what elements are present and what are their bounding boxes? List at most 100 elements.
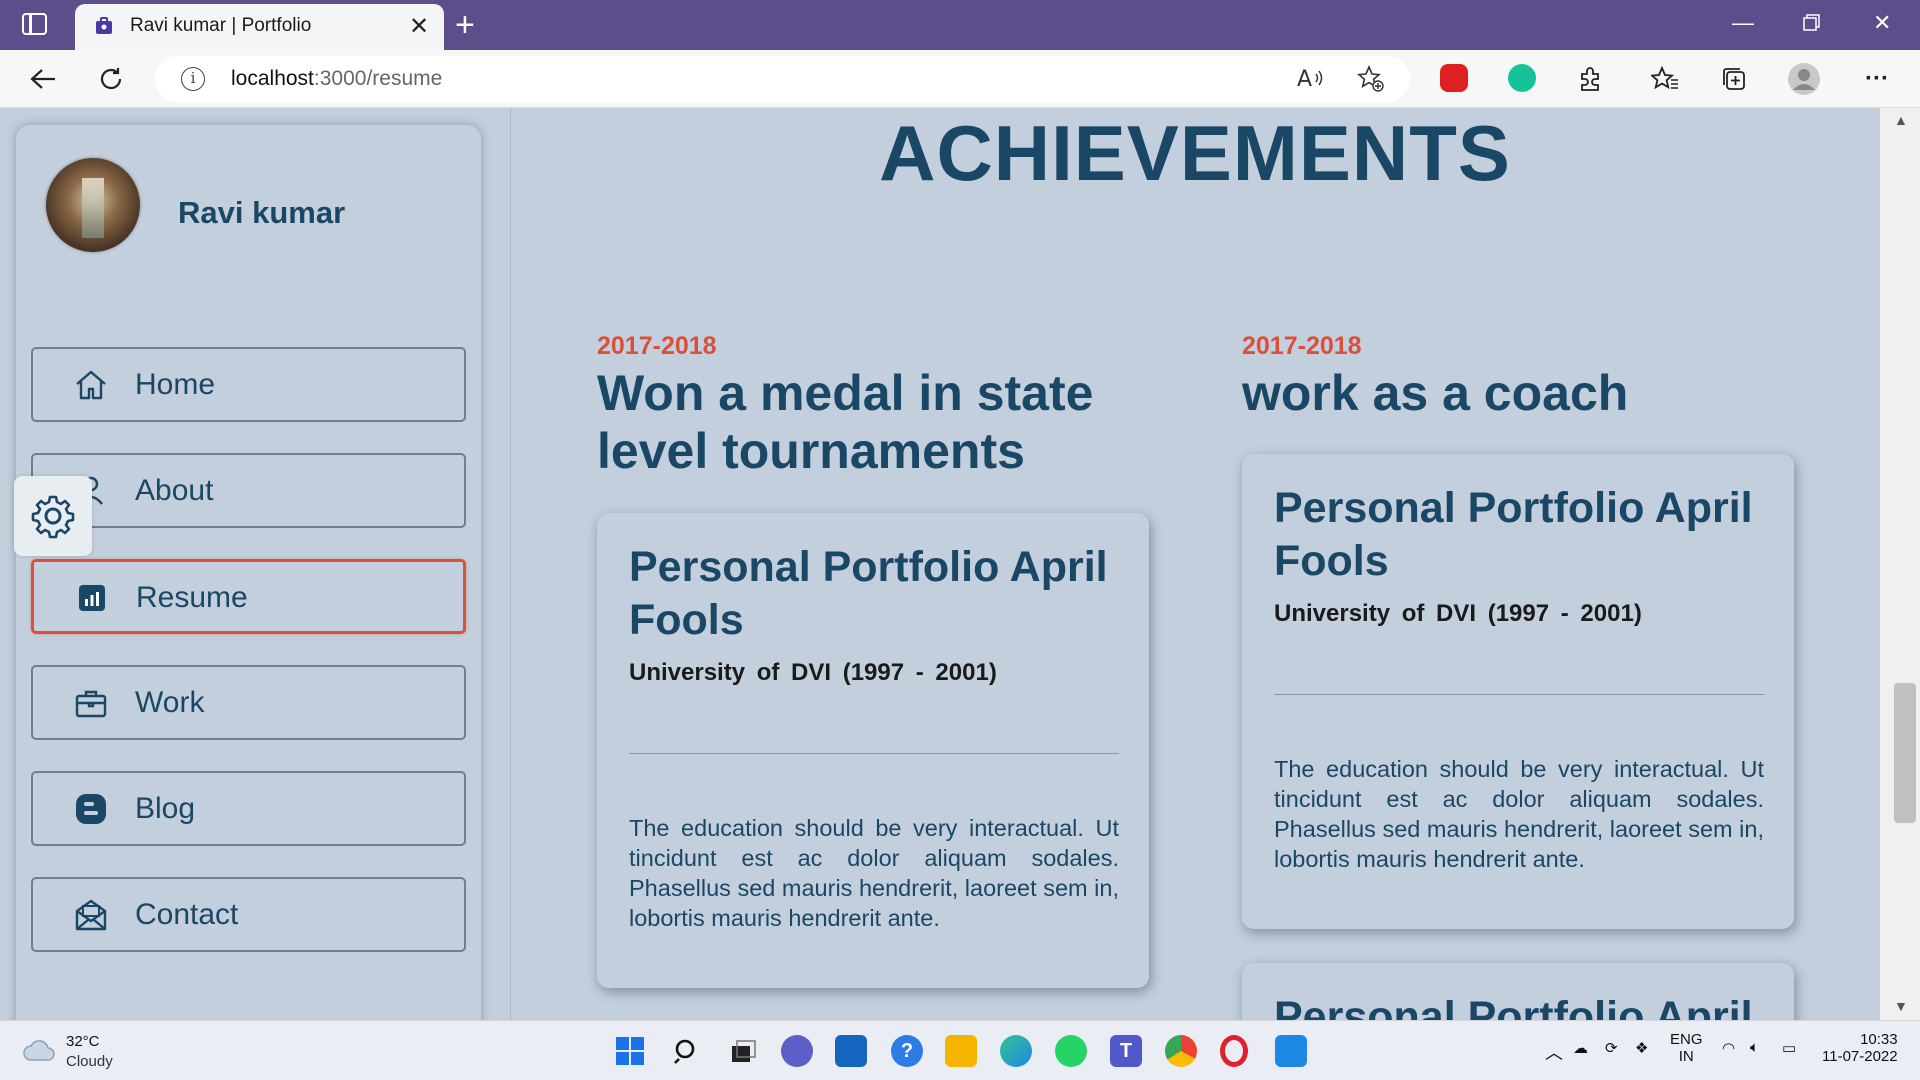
minimize-icon[interactable]: — [1732, 10, 1754, 36]
nav-work-label: Work [135, 686, 205, 719]
favorites-icon[interactable] [1648, 62, 1682, 96]
browser-tab[interactable]: Ravi kumar | Portfolio ✕ [75, 4, 444, 50]
store-icon[interactable] [835, 1035, 867, 1067]
profile-avatar-icon[interactable] [1787, 62, 1821, 96]
site-info-icon[interactable]: i [181, 67, 205, 91]
chrome-icon[interactable] [1165, 1035, 1197, 1067]
scroll-up-icon[interactable]: ▲ [1894, 112, 1908, 128]
browser-titlebar: Ravi kumar | Portfolio ✕ + — ✕ [0, 0, 1920, 50]
gear-icon [31, 495, 75, 539]
file-explorer-icon[interactable] [945, 1035, 977, 1067]
clock[interactable]: 10:33 11-07-2022 [1822, 1031, 1898, 1065]
tray-chevron-icon[interactable]: ︿ [1545, 1039, 1563, 1065]
achievement-title: Won a medal in state level tournaments [597, 365, 1094, 479]
back-icon[interactable] [26, 62, 60, 96]
battery-icon[interactable]: ▭ [1782, 1039, 1796, 1057]
close-window-icon[interactable]: ✕ [1873, 10, 1891, 36]
sidebar: Ravi kumar Home About Resume Work Blog C… [16, 125, 481, 1020]
section-title: ACHIEVEMENTS [879, 109, 1511, 197]
nav-work-button[interactable]: Work [31, 665, 466, 740]
nav-contact-button[interactable]: Contact [31, 877, 466, 952]
card-title: Personal Portfolio April Fools [1274, 484, 1753, 585]
weather-temp[interactable]: 32°C [66, 1033, 100, 1050]
card-body: The education should be very interactual… [1274, 756, 1764, 872]
portfolio-page: Ravi kumar Home About Resume Work Blog C… [0, 108, 1880, 1020]
tab-actions-icon[interactable] [22, 13, 47, 35]
whatsapp-icon[interactable] [1055, 1035, 1087, 1067]
restore-icon[interactable] [1803, 12, 1821, 38]
browser-toolbar: i localhost:3000/resume A ··· [0, 50, 1920, 108]
opera-icon[interactable] [1220, 1035, 1248, 1067]
achievement-year: 2017-2018 [1242, 332, 1362, 360]
profile-name: Ravi kumar [178, 195, 346, 230]
content-divider [510, 108, 511, 1020]
home-icon [76, 370, 106, 400]
nav-contact-label: Contact [135, 898, 239, 931]
nav-home-button[interactable]: Home [31, 347, 466, 422]
nav-home-label: Home [135, 368, 216, 401]
extensions-icon[interactable] [1573, 62, 1607, 96]
card-subtitle: University of DVI (1997 - 2001) [1274, 600, 1642, 627]
grammarly-extension-icon[interactable] [1508, 64, 1536, 92]
vscode-icon[interactable] [1275, 1035, 1307, 1067]
onedrive-icon[interactable]: ☁ [1573, 1039, 1588, 1057]
wifi-icon[interactable]: ◠ [1722, 1039, 1735, 1057]
achievement-card: Personal Portfolio April [1242, 963, 1794, 1020]
url-path: :3000/resume [313, 67, 443, 90]
region-code: IN [1678, 1048, 1694, 1065]
url-text[interactable]: localhost:3000/resume [231, 67, 442, 91]
sync-icon[interactable]: ⟳ [1605, 1039, 1618, 1057]
more-menu-icon[interactable]: ··· [1860, 62, 1894, 96]
read-aloud-icon[interactable]: A [1297, 66, 1325, 92]
windows-taskbar: 32°C Cloudy ? T ︿ ☁ ⟳ ❖ ENG IN ◠ 🔈︎ ▭ 10… [0, 1020, 1920, 1080]
refresh-icon[interactable] [94, 62, 128, 96]
nav-about-button[interactable]: About [31, 453, 466, 528]
card-subtitle: University of DVI (1997 - 2001) [629, 659, 997, 686]
svg-text:A: A [1297, 67, 1312, 92]
new-tab-icon[interactable]: + [455, 6, 475, 45]
blogger-icon [76, 794, 106, 824]
nav-resume-button[interactable]: Resume [31, 559, 466, 634]
chart-icon [79, 585, 105, 611]
weather-desc[interactable]: Cloudy [66, 1053, 113, 1070]
card-title: Personal Portfolio April [1274, 993, 1753, 1020]
search-icon[interactable] [671, 1035, 703, 1067]
volume-icon[interactable]: 🔈︎ [1750, 1039, 1759, 1056]
address-bar[interactable]: i localhost:3000/resume A [155, 56, 1410, 102]
achievement-title: work as a coach [1242, 365, 1629, 421]
tips-icon[interactable]: ? [891, 1035, 923, 1067]
start-menu-icon[interactable] [614, 1035, 646, 1067]
cloud-weather-icon[interactable] [22, 1038, 58, 1064]
add-favorite-icon[interactable] [1357, 65, 1385, 93]
tab-title: Ravi kumar | Portfolio [130, 15, 312, 36]
portfolio-favicon-icon [96, 17, 112, 34]
url-host: localhost [231, 67, 314, 90]
achievement-year: 2017-2018 [597, 332, 717, 360]
achievement-card: Personal Portfolio April Fools Universit… [1242, 454, 1794, 929]
briefcase-icon [75, 690, 107, 718]
language-code: ENG [1670, 1031, 1703, 1048]
achievement-card: Personal Portfolio April Fools Universit… [597, 513, 1149, 988]
chat-icon[interactable] [781, 1035, 813, 1067]
teams-icon[interactable]: T [1110, 1035, 1142, 1067]
adblock-extension-icon[interactable] [1440, 64, 1468, 92]
tab-close-icon[interactable]: ✕ [409, 12, 429, 41]
edge-icon[interactable] [1000, 1035, 1032, 1067]
scroll-down-icon[interactable]: ▼ [1894, 998, 1908, 1014]
nav-blog-button[interactable]: Blog [31, 771, 466, 846]
card-body: The education should be very interactual… [629, 815, 1119, 931]
clock-time: 10:33 [1860, 1031, 1898, 1048]
scroll-thumb[interactable] [1894, 683, 1916, 823]
dropbox-icon[interactable]: ❖ [1635, 1039, 1648, 1057]
page-scrollbar[interactable]: ▲ ▼ [1880, 108, 1920, 1020]
language-indicator[interactable]: ENG IN [1670, 1031, 1703, 1065]
card-divider [629, 753, 1119, 754]
avatar [46, 158, 140, 252]
collections-icon[interactable] [1717, 62, 1751, 96]
settings-button[interactable] [14, 476, 92, 556]
nav-about-label: About [135, 474, 214, 507]
nav-blog-label: Blog [135, 792, 196, 825]
nav-resume-label: Resume [136, 581, 248, 614]
card-divider [1274, 694, 1764, 695]
task-view-icon[interactable] [727, 1035, 759, 1067]
